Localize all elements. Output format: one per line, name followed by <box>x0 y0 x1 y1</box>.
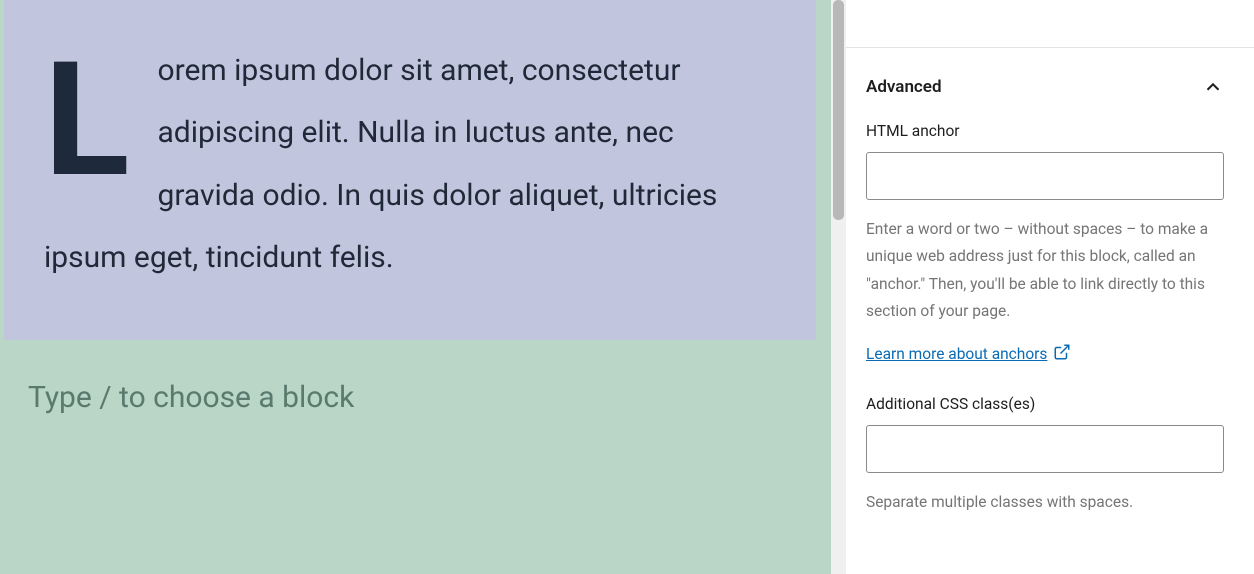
css-classes-label: Additional CSS class(es) <box>866 395 1224 413</box>
paragraph-text: orem ipsum dolor sit amet, consectetur a… <box>44 40 776 290</box>
editor-scroll-container: L orem ipsum dolor sit amet, consectetur… <box>0 0 820 574</box>
advanced-panel-title: Advanced <box>866 77 942 97</box>
settings-sidebar: Advanced HTML anchor Enter a word or two… <box>835 0 1254 574</box>
editor-scrollbar-thumb[interactable] <box>833 0 844 220</box>
chevron-up-icon <box>1202 76 1224 98</box>
editor-canvas: L orem ipsum dolor sit amet, consectetur… <box>0 0 835 574</box>
learn-more-link-text: Learn more about anchors <box>866 345 1047 363</box>
sidebar-top-section <box>836 0 1254 48</box>
advanced-panel-toggle[interactable]: Advanced <box>866 76 1224 98</box>
html-anchor-help: Enter a word or two – without spaces – t… <box>866 216 1224 325</box>
paragraph-block[interactable]: L orem ipsum dolor sit amet, consectetur… <box>4 0 816 340</box>
css-classes-field-group: Additional CSS class(es) Separate multip… <box>866 395 1224 516</box>
html-anchor-field-group: HTML anchor Enter a word or two – withou… <box>866 122 1224 365</box>
css-classes-input[interactable] <box>866 425 1224 473</box>
placeholder-text: Type / to choose a block <box>28 380 354 415</box>
new-block-placeholder[interactable]: Type / to choose a block <box>0 340 820 415</box>
paragraph-content[interactable]: L orem ipsum dolor sit amet, consectetur… <box>44 40 776 290</box>
html-anchor-label: HTML anchor <box>866 122 1224 140</box>
html-anchor-input[interactable] <box>866 152 1224 200</box>
learn-more-anchors-link[interactable]: Learn more about anchors <box>866 343 1071 365</box>
external-link-icon <box>1053 343 1071 365</box>
advanced-panel: Advanced HTML anchor Enter a word or two… <box>836 48 1254 546</box>
css-classes-help: Separate multiple classes with spaces. <box>866 489 1224 516</box>
editor-scrollbar-track[interactable] <box>831 0 846 574</box>
dropcap-letter: L <box>44 52 129 189</box>
